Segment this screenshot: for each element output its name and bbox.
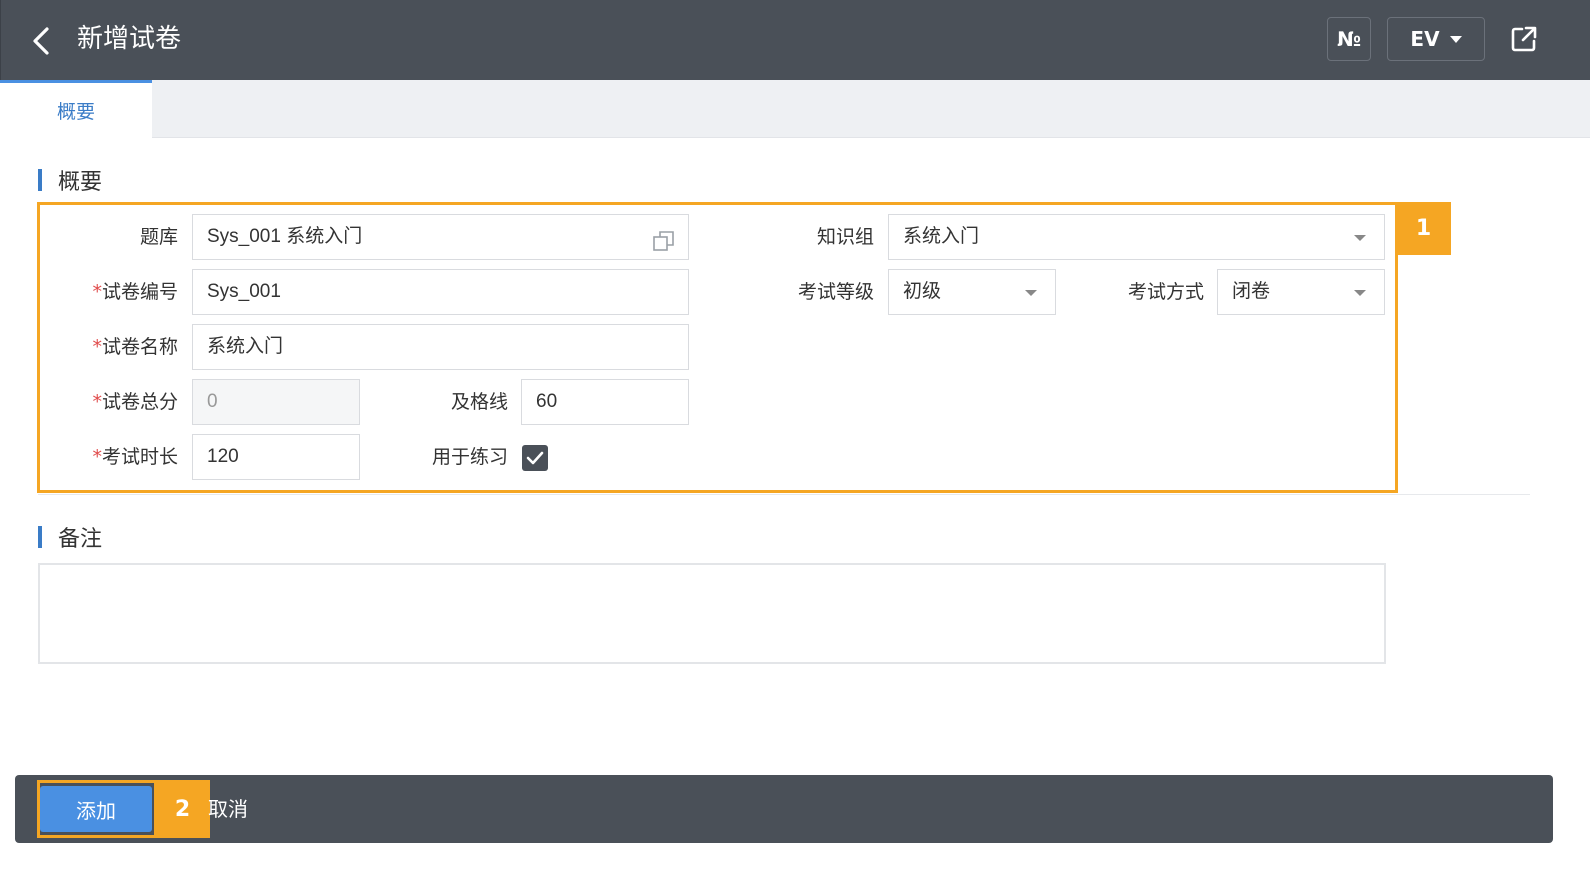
label-paper-code: *试卷编号 xyxy=(60,269,178,315)
question-bank-value: Sys_001 系统入门 xyxy=(207,226,363,247)
page-title: 新增试卷 xyxy=(77,24,182,54)
label-for-practice: 用于练习 xyxy=(431,446,508,468)
label-paper-name: *试卷名称 xyxy=(60,324,178,370)
label-exam-mode: 考试方式 xyxy=(1127,281,1204,303)
callout-badge-2: 2 xyxy=(155,780,210,838)
duration-value: 120 xyxy=(207,446,239,467)
pass-line-value: 60 xyxy=(536,391,558,412)
duration-input[interactable]: 120 xyxy=(192,434,360,480)
section-title-notes-label: 备注 xyxy=(58,527,103,552)
pass-line-input[interactable]: 60 xyxy=(521,379,689,425)
label-paper-name-text: 试卷名称 xyxy=(101,336,178,358)
label-paper-code-text: 试卷编号 xyxy=(101,281,178,303)
export-icon[interactable] xyxy=(1509,24,1539,54)
section-bar xyxy=(38,169,42,191)
for-practice-checkbox[interactable] xyxy=(522,445,548,471)
paper-name-input[interactable]: 系统入门 xyxy=(192,324,689,370)
paper-name-value: 系统入门 xyxy=(207,336,284,357)
label-duration: *考试时长 xyxy=(60,434,178,480)
exam-mode-select[interactable]: 闭卷 xyxy=(1217,269,1385,315)
tab-strip: 概要 xyxy=(0,80,1590,138)
required-mark: * xyxy=(92,391,102,413)
caret-down-icon xyxy=(1449,35,1462,43)
cancel-button[interactable]: 取消 xyxy=(208,786,248,832)
exam-mode-value: 闭卷 xyxy=(1232,281,1271,302)
check-icon xyxy=(526,451,544,465)
label-pass-line: 及格线 xyxy=(450,391,508,413)
section-bar xyxy=(38,526,42,548)
number-button[interactable]: № xyxy=(1327,17,1371,61)
section-title-summary: 概要 xyxy=(38,164,102,196)
required-mark: * xyxy=(92,336,102,358)
chevron-down-icon xyxy=(1354,290,1366,296)
copy-icon[interactable] xyxy=(652,226,676,251)
tab-summary[interactable]: 概要 xyxy=(0,80,152,138)
label-total-score-text: 试卷总分 xyxy=(101,391,178,413)
exam-level-value: 初级 xyxy=(903,281,942,302)
callout-badge-1: 1 xyxy=(1396,202,1451,255)
label-total-score: *试卷总分 xyxy=(60,379,178,425)
label-question-bank: 题库 xyxy=(139,226,178,248)
language-dropdown-label: EV xyxy=(1410,27,1440,51)
required-mark: * xyxy=(92,446,102,468)
required-mark: * xyxy=(92,281,102,303)
label-exam-level: 考试等级 xyxy=(797,281,874,303)
section-title-summary-label: 概要 xyxy=(58,170,103,195)
notes-textarea[interactable] xyxy=(38,563,1386,664)
section-title-notes: 备注 xyxy=(38,521,102,553)
label-knowledge-group: 知识组 xyxy=(816,226,874,248)
knowledge-group-select[interactable]: 系统入门 xyxy=(888,214,1385,260)
chevron-down-icon xyxy=(1354,235,1366,241)
question-bank-field[interactable]: Sys_001 系统入门 xyxy=(192,214,689,260)
total-score-value: 0 xyxy=(207,391,218,412)
exam-level-select[interactable]: 初级 xyxy=(888,269,1056,315)
total-score-input: 0 xyxy=(192,379,360,425)
back-icon[interactable] xyxy=(27,24,57,58)
section-divider xyxy=(38,494,1530,495)
callout-box-2 xyxy=(37,780,157,838)
paper-code-value: Sys_001 xyxy=(207,281,281,302)
knowledge-group-value: 系统入门 xyxy=(903,226,980,247)
chevron-down-icon xyxy=(1025,290,1037,296)
paper-code-input[interactable]: Sys_001 xyxy=(192,269,689,315)
language-dropdown[interactable]: EV xyxy=(1387,17,1485,61)
number-button-label: № xyxy=(1336,27,1362,51)
label-duration-text: 考试时长 xyxy=(101,446,178,468)
top-header: 新增试卷 № EV xyxy=(0,0,1590,80)
